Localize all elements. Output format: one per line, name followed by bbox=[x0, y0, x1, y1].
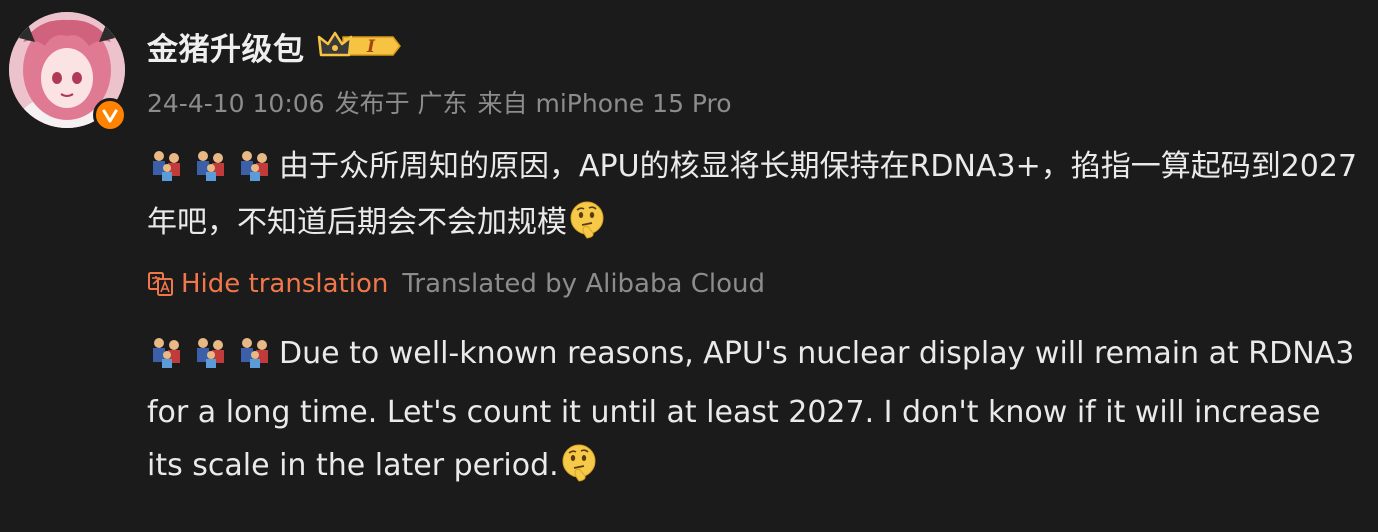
translation-provider: Translated by Alibaba Cloud bbox=[402, 269, 765, 299]
post-source: 来自 miPhone 15 Pro bbox=[477, 89, 732, 118]
translation-bar: Hide translation Translated by Alibaba C… bbox=[147, 265, 765, 303]
translate-icon bbox=[148, 272, 173, 296]
family-emoji-icon bbox=[153, 151, 268, 181]
post-location: 发布于 广东 bbox=[334, 89, 468, 118]
thinking-face-emoji-icon bbox=[567, 200, 607, 256]
family-emoji-icon bbox=[153, 338, 268, 368]
post-content-text: 由于众所周知的原因，APU的核显将长期保持在RDNA3+，掐指一算起码到2027… bbox=[147, 149, 1358, 240]
crown-icon: I bbox=[317, 31, 401, 57]
member-crown-badge[interactable]: I bbox=[317, 29, 401, 63]
thinking-face-emoji-icon bbox=[559, 443, 599, 500]
post-date[interactable]: 24-4-10 10:06 bbox=[147, 89, 325, 118]
translation-content-text: Due to well-known reasons, APU's nuclear… bbox=[147, 336, 1355, 483]
username[interactable]: 金猪升级包 bbox=[147, 24, 305, 69]
weibo-post: 金猪升级包 I 24-4-10 10:06 发布于 广东 来自 miPhone 15… bbox=[0, 0, 1378, 532]
hide-translation-link[interactable]: Hide translation bbox=[181, 269, 388, 299]
family-emoji-group bbox=[147, 148, 279, 198]
post-content: 由于众所周知的原因，APU的核显将长期保持在RDNA3+，掐指一算起码到2027… bbox=[147, 142, 1362, 256]
badge-level-text: I bbox=[366, 37, 376, 57]
family-emoji-group bbox=[147, 333, 279, 386]
name-row: 金猪升级包 I bbox=[147, 22, 401, 70]
post-meta: 24-4-10 10:06 发布于 广东 来自 miPhone 15 Pro bbox=[147, 84, 742, 120]
translation-content: Due to well-known reasons, APU's nuclear… bbox=[147, 327, 1362, 500]
verified-badge-icon bbox=[93, 98, 127, 132]
family-emoji-1 bbox=[153, 151, 180, 181]
